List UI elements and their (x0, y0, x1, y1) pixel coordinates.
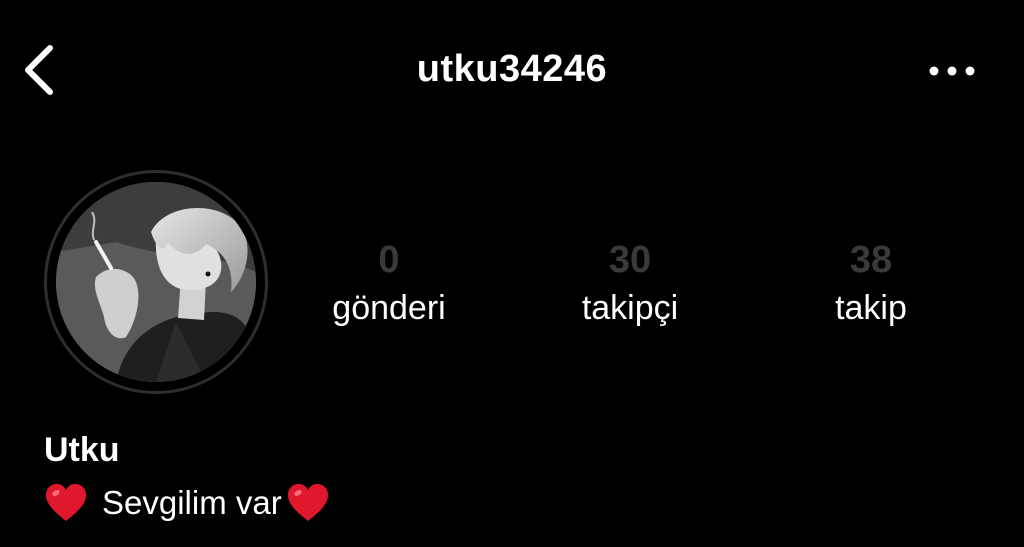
avatar-image (56, 182, 256, 382)
posts-label: gönderi (332, 289, 446, 327)
stat-followers[interactable]: 30 takipçi (530, 232, 730, 328)
following-count: 38 (849, 239, 893, 281)
ellipsis-horizontal-icon (922, 56, 982, 86)
profile-bio: Sevgilim var (44, 480, 330, 526)
red-heart-icon (286, 483, 330, 523)
page-title: utku34246 (416, 48, 608, 90)
followers-count: 30 (608, 239, 652, 281)
profile-name: Utku (44, 431, 120, 469)
bio-text: Sevgilim var (102, 484, 282, 521)
following-label: takip (835, 289, 907, 327)
posts-count: 0 (378, 239, 400, 281)
followers-label: takipçi (581, 289, 679, 327)
stat-posts[interactable]: 0 gönderi (289, 232, 489, 328)
more-options-button[interactable] (922, 56, 982, 86)
avatar[interactable] (44, 170, 268, 394)
stat-following[interactable]: 38 takip (771, 232, 971, 328)
red-heart-icon (44, 483, 88, 523)
